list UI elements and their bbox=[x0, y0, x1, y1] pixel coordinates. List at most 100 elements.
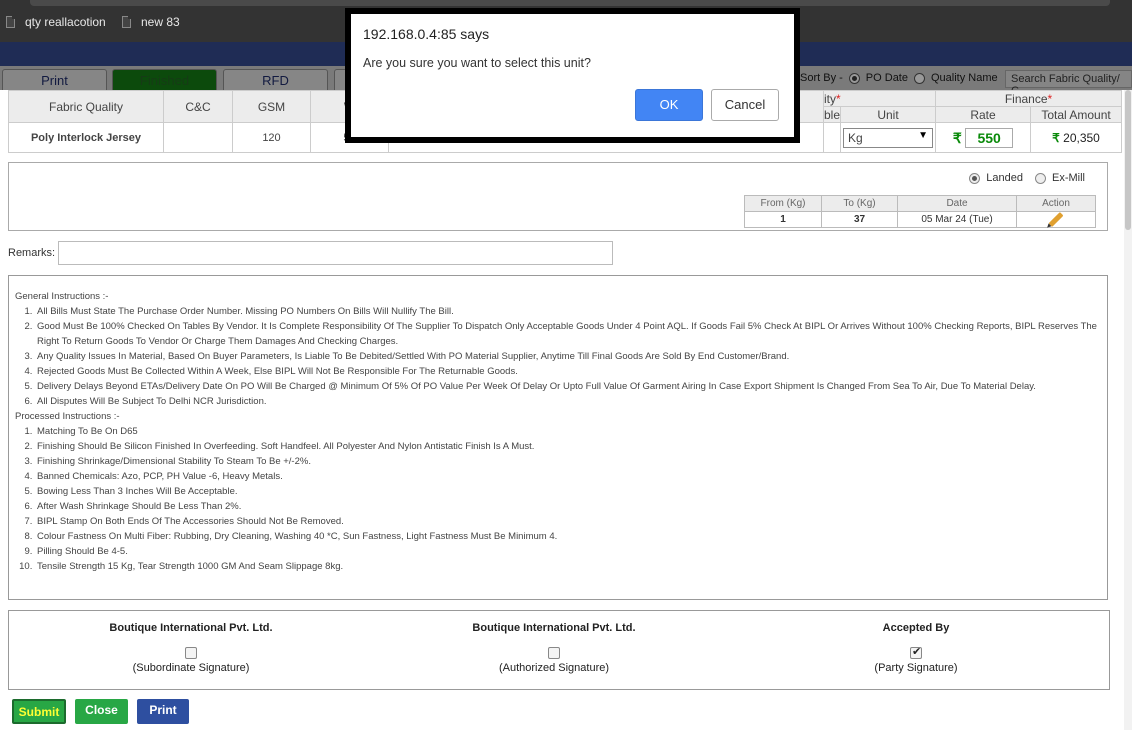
list-item: Any Quality Issues In Material, Based On… bbox=[35, 349, 1101, 364]
header-fabric-quality: Fabric Quality bbox=[8, 90, 164, 123]
confirm-dialog: 192.168.0.4:85 says Are you sure you wan… bbox=[345, 8, 800, 143]
list-item: Rejected Goods Must Be Collected Within … bbox=[35, 364, 1101, 379]
cancel-button[interactable]: Cancel bbox=[711, 89, 779, 121]
bookmark-label: new 83 bbox=[141, 15, 180, 29]
rupee-icon: ₹ bbox=[952, 129, 962, 146]
header-quantity: ity* bbox=[822, 90, 937, 107]
general-instructions-list: All Bills Must State The Purchase Order … bbox=[35, 304, 1101, 409]
header-ble: ble bbox=[822, 106, 842, 123]
signature-caption: (Authorized Signature) bbox=[498, 662, 610, 674]
processed-instructions-list: Matching To Be On D65 Finishing Should B… bbox=[35, 424, 1101, 574]
pencil-edit-icon[interactable] bbox=[1048, 212, 1064, 227]
rupee-icon: ₹ bbox=[1052, 130, 1060, 145]
subordinate-signature-checkbox[interactable] bbox=[185, 647, 197, 659]
signature-caption: (Party Signature) bbox=[874, 662, 958, 674]
signature-title: Accepted By bbox=[882, 622, 950, 634]
range-table: From (Kg) To (Kg) Date Action 1 37 05 Ma… bbox=[744, 195, 1096, 228]
from-kg-cell: 1 bbox=[744, 211, 822, 228]
scrollbar[interactable] bbox=[1124, 90, 1132, 730]
bookmark-new-83[interactable]: new 83 bbox=[122, 15, 180, 29]
action-cell bbox=[1016, 211, 1096, 228]
authorized-signature-checkbox[interactable] bbox=[548, 647, 560, 659]
dialog-message: Are you sure you want to select this uni… bbox=[363, 56, 591, 70]
submit-button[interactable]: Submit bbox=[12, 699, 66, 724]
quantity-cell[interactable] bbox=[822, 122, 842, 153]
finance-label: Finance bbox=[1004, 91, 1048, 106]
ex-mill-label: Ex-Mill bbox=[1052, 172, 1085, 184]
to-kg-cell: 37 bbox=[821, 211, 898, 228]
subordinate-signature: Boutique International Pvt. Ltd. (Subord… bbox=[66, 621, 316, 674]
page-icon bbox=[122, 16, 131, 28]
header-rate: Rate bbox=[935, 106, 1032, 123]
price-type-group: Landed Ex-Mill bbox=[969, 172, 1085, 184]
cc-cell bbox=[163, 122, 233, 153]
page-icon bbox=[6, 16, 15, 28]
gsm-cell: 120 bbox=[232, 122, 311, 153]
signature-panel: Boutique International Pvt. Ltd. (Subord… bbox=[8, 610, 1110, 690]
sort-by-label: Sort By - bbox=[800, 72, 843, 84]
party-signature: Accepted By (Party Signature) bbox=[791, 621, 1041, 674]
rate-input[interactable]: 550 bbox=[965, 127, 1014, 148]
processed-instructions-title: Processed Instructions :- bbox=[15, 411, 120, 422]
bookmark-qty-reallacotion[interactable]: qty reallacotion bbox=[6, 15, 106, 29]
print-button[interactable]: Print bbox=[137, 699, 189, 724]
sort-po-date-radio[interactable] bbox=[848, 72, 860, 84]
party-signature-checkbox[interactable] bbox=[910, 645, 922, 659]
total-amount-cell: ₹ 20,350 bbox=[1030, 122, 1123, 153]
sort-quality-name-radio[interactable] bbox=[913, 72, 925, 84]
list-item: BIPL Stamp On Both Ends Of The Accessori… bbox=[35, 514, 1101, 529]
authorized-signature: Boutique International Pvt. Ltd. (Author… bbox=[429, 621, 679, 674]
tab-print[interactable]: Print bbox=[2, 69, 107, 90]
unit-value: Kg bbox=[848, 130, 863, 145]
signature-title: Boutique International Pvt. Ltd. bbox=[472, 622, 636, 634]
list-item: Finishing Shrinkage/Dimensional Stabilit… bbox=[35, 454, 1101, 469]
header-total-amount: Total Amount bbox=[1030, 106, 1123, 123]
date-cell: 05 Mar 24 (Tue) bbox=[897, 211, 1017, 228]
list-item: Delivery Delays Beyond ETAs/Delivery Dat… bbox=[35, 379, 1101, 394]
quantity-label: ity bbox=[824, 91, 836, 106]
header-from-kg: From (Kg) bbox=[744, 195, 822, 212]
list-item: Finishing Should Be Silicon Finished In … bbox=[35, 439, 1101, 454]
header-action: Action bbox=[1016, 195, 1096, 212]
instructions-panel: General Instructions :- All Bills Must S… bbox=[8, 275, 1108, 600]
list-item: All Disputes Will Be Subject To Delhi NC… bbox=[35, 394, 1101, 409]
chevron-down-icon: ▼ bbox=[918, 129, 929, 141]
landed-radio[interactable] bbox=[969, 172, 981, 184]
sort-po-date-label: PO Date bbox=[865, 72, 908, 84]
list-item: Colour Fastness On Multi Fiber: Rubbing,… bbox=[35, 529, 1101, 544]
browser-top-edge bbox=[30, 0, 1110, 6]
list-item: Tensile Strength 15 Kg, Tear Strength 10… bbox=[35, 559, 1101, 574]
table-row: 1 37 05 Mar 24 (Tue) bbox=[744, 211, 1096, 228]
bookmark-label: qty reallacotion bbox=[25, 15, 106, 29]
total-amount-value: 20,350 bbox=[1063, 130, 1100, 145]
signature-title: Boutique International Pvt. Ltd. bbox=[109, 622, 273, 634]
general-instructions-title: General Instructions :- bbox=[15, 291, 109, 302]
close-button[interactable]: Close bbox=[75, 699, 128, 724]
header-date: Date bbox=[897, 195, 1017, 212]
remarks-label: Remarks: bbox=[8, 247, 56, 259]
ok-button[interactable]: OK bbox=[635, 89, 703, 121]
list-item: Good Must Be 100% Checked On Tables By V… bbox=[35, 319, 1101, 349]
dialog-title: 192.168.0.4:85 says bbox=[363, 26, 490, 42]
tab-finished[interactable]: Finished bbox=[112, 69, 217, 90]
list-item: After Wash Shrinkage Should Be Less Than… bbox=[35, 499, 1101, 514]
header-gsm: GSM bbox=[232, 90, 311, 123]
remarks-textarea[interactable] bbox=[58, 241, 613, 265]
sort-quality-name-label: Quality Name bbox=[930, 72, 998, 84]
header-cc: C&C bbox=[163, 90, 233, 123]
fabric-quality-link[interactable]: Poly Interlock Jersey bbox=[8, 122, 164, 153]
scrollbar-thumb[interactable] bbox=[1125, 90, 1131, 230]
header-unit: Unit bbox=[840, 106, 937, 123]
rate-cell: ₹ 550 bbox=[935, 122, 1032, 153]
list-item: Matching To Be On D65 bbox=[35, 424, 1101, 439]
search-input[interactable]: Search Fabric Quality/ C bbox=[1005, 70, 1132, 97]
header-to-kg: To (Kg) bbox=[821, 195, 898, 212]
quantity-range-panel: Landed Ex-Mill From (Kg) To (Kg) Date Ac… bbox=[8, 162, 1108, 231]
list-item: Pilling Should Be 4-5. bbox=[35, 544, 1101, 559]
list-item: Bowing Less Than 3 Inches Will Be Accept… bbox=[35, 484, 1101, 499]
landed-label: Landed bbox=[986, 172, 1023, 184]
ex-mill-radio[interactable] bbox=[1035, 172, 1046, 184]
unit-select[interactable]: Kg ▼ bbox=[843, 127, 934, 148]
header-finance: Finance* bbox=[935, 90, 1123, 107]
tab-rfd[interactable]: RFD bbox=[223, 69, 328, 90]
